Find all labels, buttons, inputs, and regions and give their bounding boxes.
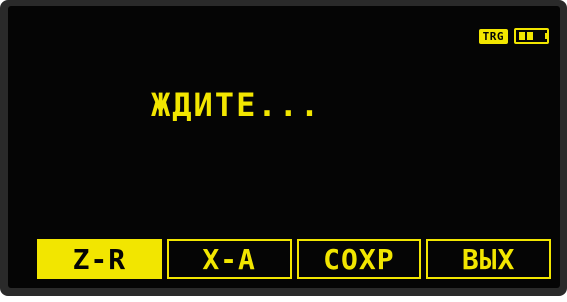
softkey-save[interactable]: СОХР [296, 239, 422, 279]
battery-icon [514, 28, 549, 44]
softkey-x-a[interactable]: X-A [166, 239, 292, 279]
softkey-exit[interactable]: ВЫХ [426, 239, 551, 279]
softkey-z-r[interactable]: Z-R [37, 239, 162, 279]
device-bezel: TRG ЖДИТЕ... Z-R X-A СОХР ВЫХ [0, 0, 567, 296]
wait-message: ЖДИТЕ... [151, 86, 322, 124]
softkey-bar: Z-R X-A СОХР ВЫХ [37, 239, 551, 279]
status-bar: TRG [478, 28, 549, 44]
trigger-badge: TRG [478, 28, 508, 44]
display-screen: TRG ЖДИТЕ... Z-R X-A СОХР ВЫХ [8, 6, 560, 288]
